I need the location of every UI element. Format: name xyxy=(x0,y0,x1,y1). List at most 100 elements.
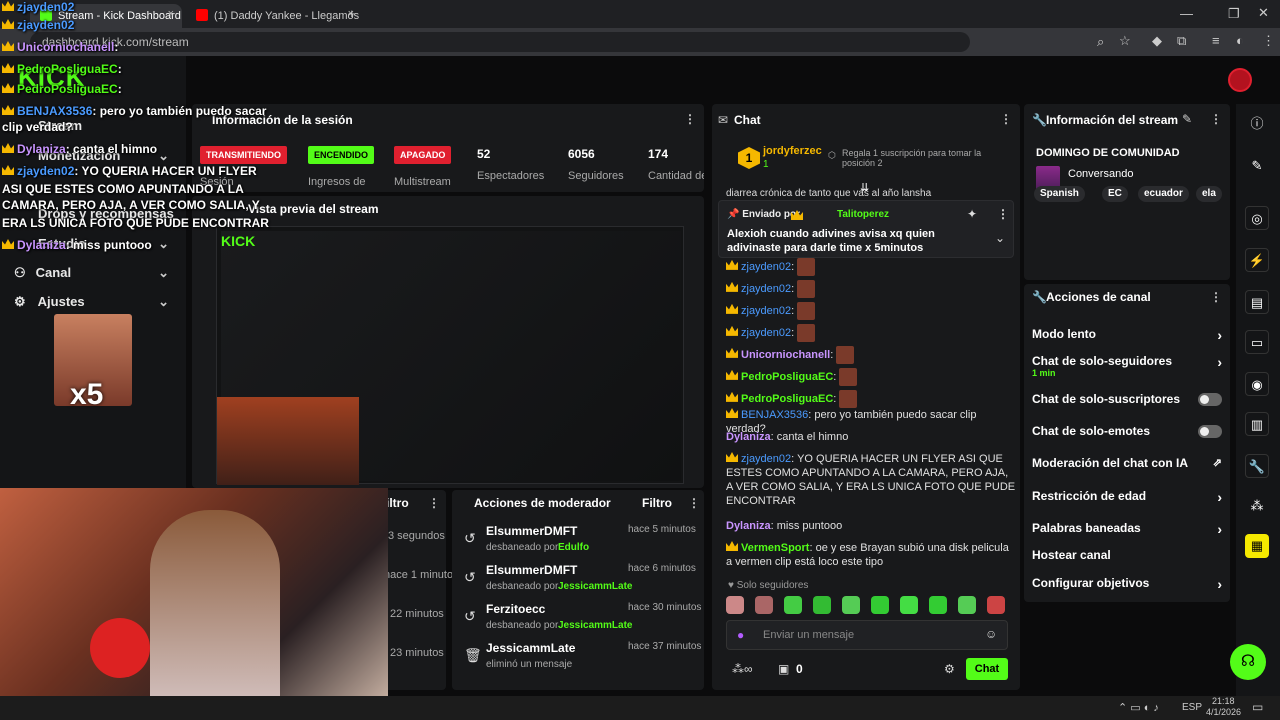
bookmark-star-icon[interactable]: ☆ xyxy=(1119,33,1131,49)
sidebar-item-canal[interactable]: ⚇ Canal ⌄ xyxy=(14,265,179,289)
pinned-user[interactable]: Talitoperez xyxy=(837,209,889,220)
chevron-right-icon: › xyxy=(1217,354,1222,370)
mod-filter-button[interactable]: Filtro xyxy=(642,496,672,510)
more-options-icon[interactable]: ⋮ xyxy=(428,496,440,510)
send-chat-button[interactable]: Chat xyxy=(966,658,1008,680)
extension-icon[interactable]: ◆ xyxy=(1152,33,1162,49)
chat-username[interactable]: zjayden02 xyxy=(741,305,791,317)
unpin-icon[interactable]: ✦ xyxy=(967,207,977,221)
more-options-icon[interactable]: ⋮ xyxy=(1210,112,1222,126)
mod-action-by[interactable]: Edulfo xyxy=(558,542,589,553)
kick-points-icon[interactable]: ⁂∞ xyxy=(732,662,753,676)
emote-icon[interactable] xyxy=(755,596,773,614)
chat-input[interactable]: ● Enviar un mensaje ☺ xyxy=(726,620,1008,650)
emote-icon[interactable] xyxy=(929,596,947,614)
more-options-icon[interactable]: ⋮ xyxy=(1000,112,1012,126)
stream-tag[interactable]: EC xyxy=(1102,186,1128,202)
notification-icon[interactable]: ▭ xyxy=(1252,700,1263,714)
channel-action-palabras-baneadas[interactable]: Palabras baneadas › xyxy=(1032,521,1222,537)
close-tab-icon[interactable]: × xyxy=(168,8,174,20)
chat-settings-icon[interactable]: ⚙ xyxy=(944,662,955,676)
broadcast-icon[interactable]: ◉ xyxy=(1245,372,1269,396)
more-options-icon[interactable]: ⋮ xyxy=(688,496,700,510)
url-field[interactable]: dashboard.kick.com/stream xyxy=(30,32,970,52)
emote-icon[interactable] xyxy=(871,596,889,614)
layers-icon[interactable]: ▥ xyxy=(1245,412,1269,436)
camera-icon[interactable]: ◎ xyxy=(1245,206,1269,230)
mod-action-user[interactable]: JessicammLate xyxy=(486,641,575,655)
stream-tag[interactable]: ecuador xyxy=(1138,186,1189,202)
more-options-icon[interactable]: ⋮ xyxy=(997,207,1009,221)
mod-action-user[interactable]: Ferzitoecc xyxy=(486,602,545,616)
emote-icon[interactable] xyxy=(842,596,860,614)
channel-action-hostear-canal[interactable]: Hostear canal xyxy=(1032,548,1222,562)
zoom-icon[interactable]: ⌕ xyxy=(1097,34,1104,50)
chevron-down-icon[interactable]: ⌄ xyxy=(995,231,1005,245)
filter-label[interactable]: iltro xyxy=(386,496,409,510)
mod-action-by[interactable]: JessicammLate xyxy=(558,620,633,631)
more-options-icon[interactable]: ⋮ xyxy=(684,112,696,126)
more-options-icon[interactable]: ⋮ xyxy=(1210,290,1222,304)
clapper-icon[interactable]: ▦ xyxy=(1245,534,1269,558)
stream-preview-video[interactable]: KICK xyxy=(216,226,684,485)
playlist-icon[interactable]: ≡ xyxy=(1212,33,1220,48)
chat-icon[interactable]: ▭ xyxy=(1245,330,1269,354)
lightning-icon[interactable]: ⚡ xyxy=(1245,248,1269,272)
emoji-icon[interactable]: ☺ xyxy=(985,627,997,641)
chat-username[interactable]: PedroPosliguaEC xyxy=(741,371,833,383)
microphone-icon[interactable]: ● xyxy=(737,628,744,642)
emote-icon[interactable] xyxy=(726,596,744,614)
emote-icon[interactable] xyxy=(813,596,831,614)
edit-icon[interactable]: ✎ xyxy=(1182,112,1192,126)
tab-youtube[interactable]: (1) Daddy Yankee - Llegamos a × xyxy=(186,4,362,28)
chat-username[interactable]: Dylaniza xyxy=(726,431,771,443)
channel-action-chat-de-solo-suscriptores[interactable]: Chat de solo-suscriptores xyxy=(1032,392,1222,406)
chat-username[interactable]: zjayden02 xyxy=(741,283,791,295)
mod-action-by[interactable]: JessicammLate xyxy=(558,581,633,592)
profile-icon[interactable]: ◐ xyxy=(1236,33,1244,48)
tray-icons[interactable]: ⌃ ▭ ◐ ♪ xyxy=(1118,701,1159,714)
language-indicator[interactable]: ESP xyxy=(1182,702,1202,713)
maximize-icon[interactable]: ❐ xyxy=(1228,6,1240,22)
mod-action-user[interactable]: ElsummerDMFT xyxy=(486,524,577,538)
chat-username[interactable]: Dylaniza xyxy=(726,520,771,532)
chat-username[interactable]: zjayden02 xyxy=(741,261,791,273)
wrench-icon[interactable]: 🔧 xyxy=(1245,454,1269,478)
toggle-switch[interactable] xyxy=(1198,393,1222,406)
info-icon[interactable]: ⓘ xyxy=(1245,112,1269,136)
chat-username[interactable]: BENJAX3536 xyxy=(741,409,808,421)
gift-user[interactable]: jordyferzec xyxy=(763,145,822,157)
scroll-down-icon[interactable]: ⇊ xyxy=(860,181,869,194)
minimize-icon[interactable]: — xyxy=(1180,6,1193,21)
channel-action-moderaci-n-del-chat-con-ia[interactable]: Moderación del chat con IA ⇗ xyxy=(1032,456,1222,470)
document-icon[interactable]: ▤ xyxy=(1245,290,1269,314)
channel-action-restricci-n-de-edad[interactable]: Restricción de edad › xyxy=(1032,489,1222,505)
emote-icon[interactable] xyxy=(784,596,802,614)
toggle-switch[interactable] xyxy=(1198,425,1222,438)
chat-username[interactable]: Unicorniochanell xyxy=(741,349,830,361)
channel-action-modo-lento[interactable]: Modo lento › xyxy=(1032,327,1222,343)
chat-username[interactable]: zjayden02 xyxy=(741,453,791,465)
menu-icon[interactable]: ⋮ xyxy=(1262,33,1275,49)
puzzle-icon[interactable]: ⧉ xyxy=(1177,33,1186,49)
avatar[interactable] xyxy=(1228,68,1252,92)
channel-action-chat-de-solo-seguidores[interactable]: Chat de solo-seguidores 1 min › xyxy=(1032,354,1222,378)
share-icon[interactable]: ⁂ xyxy=(1245,494,1269,518)
stream-tag[interactable]: ela xyxy=(1196,186,1222,202)
chat-username[interactable]: VermenSport xyxy=(741,542,809,554)
close-window-icon[interactable]: ✕ xyxy=(1258,5,1269,21)
pencil-icon[interactable]: ✎ xyxy=(1245,154,1269,178)
channel-action-chat-de-solo-emotes[interactable]: Chat de solo-emotes xyxy=(1032,424,1222,438)
emote-icon[interactable] xyxy=(900,596,918,614)
chat-username[interactable]: zjayden02 xyxy=(741,327,791,339)
mod-action-user[interactable]: ElsummerDMFT xyxy=(486,563,577,577)
help-button[interactable]: ☊ xyxy=(1230,644,1266,680)
stream-tag[interactable]: Spanish xyxy=(1034,186,1085,202)
new-tab-button[interactable]: + xyxy=(348,6,356,21)
gift-box-icon[interactable]: ▣ xyxy=(778,662,789,676)
emote-icon[interactable] xyxy=(987,596,1005,614)
stream-category[interactable]: Conversando xyxy=(1068,168,1133,180)
chat-username[interactable]: PedroPosliguaEC xyxy=(741,393,833,405)
channel-action-configurar-objetivos[interactable]: Configurar objetivos › xyxy=(1032,576,1222,592)
emote-icon[interactable] xyxy=(958,596,976,614)
